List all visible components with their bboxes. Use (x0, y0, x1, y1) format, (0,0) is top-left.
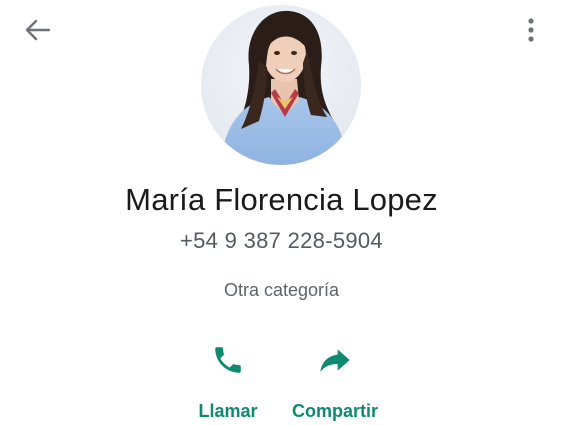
profile-photo (201, 5, 361, 165)
call-button[interactable]: Llamar (168, 340, 288, 425)
more-vertical-icon (528, 18, 534, 42)
share-arrow-icon (315, 340, 355, 380)
contact-phone-number: +54 9 387 228-5904 (180, 228, 383, 253)
phone-icon (208, 340, 248, 380)
more-options-button[interactable] (517, 14, 545, 46)
back-button[interactable] (22, 16, 54, 44)
share-button[interactable]: Compartir (275, 340, 395, 425)
share-label: Compartir (291, 401, 378, 421)
contact-name: María Florencia Lopez (125, 182, 438, 217)
arrow-left-icon (25, 19, 51, 41)
avatar[interactable] (201, 5, 361, 165)
call-label: Llamar (198, 401, 258, 421)
contact-category: Otra categoría (223, 280, 340, 300)
